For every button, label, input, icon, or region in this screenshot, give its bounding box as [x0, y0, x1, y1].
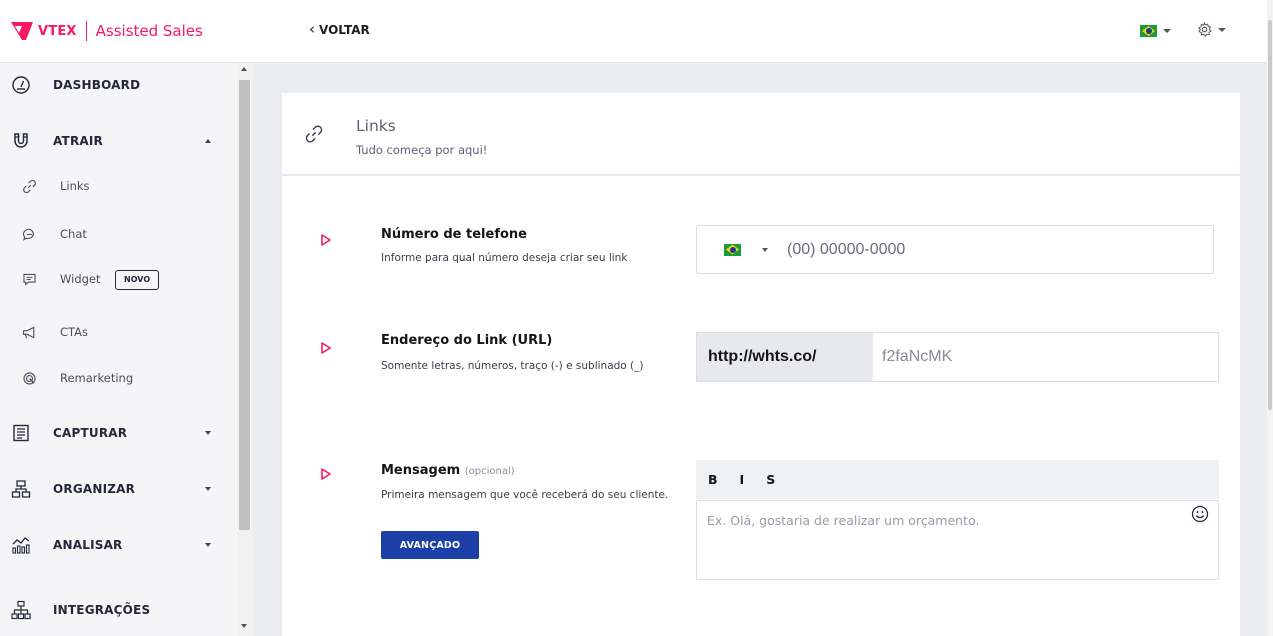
remarketing-icon: [23, 371, 36, 385]
gear-icon: [1198, 22, 1212, 37]
sidebar-item-label: Remarketing: [60, 371, 134, 385]
page-title: Links: [356, 117, 396, 135]
advanced-button[interactable]: AVANÇADO: [381, 531, 479, 559]
chevron-up-icon: [205, 139, 211, 143]
chevron-down-icon[interactable]: [762, 247, 768, 252]
message-field-description: Primeira mensagem que você receberá do s…: [381, 489, 669, 501]
url-input-group: http://whts.co/: [696, 332, 1219, 382]
sidebar-item-label: ANALISAR: [53, 538, 123, 552]
scroll-up-arrow-icon[interactable]: [241, 67, 247, 71]
page-subtitle: Tudo começa por aqui!: [356, 143, 488, 157]
brazil-flag-icon[interactable]: [724, 243, 741, 256]
page-scrollbar-thumb[interactable]: [1268, 20, 1272, 410]
brand-name: VTEX: [38, 23, 77, 39]
sidebar-item-label: DASHBOARD: [53, 78, 141, 92]
brand-logo[interactable]: VTEX Assisted Sales: [10, 21, 203, 41]
url-field-title: Endereço do Link (URL): [381, 333, 553, 348]
play-triangle-icon: [321, 342, 331, 354]
sidebar-item-label: ATRAIR: [53, 134, 103, 148]
magnet-icon: [14, 133, 28, 148]
links-card: Links Tudo começa por aqui! Número de te…: [282, 93, 1240, 636]
message-textarea[interactable]: [697, 501, 1177, 579]
chat-bubble-icon: [22, 228, 34, 241]
message-editor: [696, 500, 1219, 580]
url-prefix: http://whts.co/: [697, 333, 873, 381]
url-field-description: Somente letras, números, traço (-) e sub…: [381, 360, 644, 372]
sidebar-item-label: Chat: [60, 227, 87, 241]
widget-icon: [23, 273, 36, 286]
phone-field-description: Informe para qual número deseja criar se…: [381, 252, 628, 264]
settings-menu[interactable]: [1197, 22, 1226, 37]
chevron-down-icon: [1218, 27, 1226, 32]
analytics-icon: [12, 537, 30, 554]
back-button[interactable]: ‹ VOLTAR: [309, 22, 370, 37]
link-icon: [305, 125, 323, 143]
chevron-down-icon: [1163, 29, 1171, 33]
form-icon: [13, 424, 29, 442]
network-icon: [11, 600, 31, 620]
sidebar-item-label: INTEGRAÇÕES: [53, 603, 151, 617]
chevron-down-icon: [205, 543, 211, 547]
sidebar-item-label: CAPTURAR: [53, 426, 128, 440]
card-header: Links Tudo começa por aqui!: [282, 93, 1240, 176]
phone-field-title: Número de telefone: [381, 227, 527, 242]
megaphone-icon: [22, 326, 35, 338]
bold-button[interactable]: B: [708, 472, 718, 487]
brand-separator: [85, 21, 87, 41]
brazil-flag-icon: [1140, 25, 1157, 37]
phone-input[interactable]: [787, 240, 1167, 259]
message-field-title: Mensagem (opcional): [381, 463, 515, 478]
phone-input-group: [696, 225, 1214, 274]
sidebar-item-label: Widget: [60, 272, 101, 286]
editor-toolbar: B I S: [696, 460, 1219, 499]
strikethrough-button[interactable]: S: [766, 472, 775, 487]
sidebar: DASHBOARD ATRAIR Links Chat Widget NOVO: [0, 63, 237, 636]
language-selector[interactable]: [1140, 25, 1171, 37]
chevron-down-icon: [205, 431, 211, 435]
sidebar-scrollbar-thumb[interactable]: [239, 80, 250, 530]
url-slug-input[interactable]: [873, 333, 1218, 381]
link-icon: [23, 179, 36, 193]
sidebar-item-label: Links: [60, 179, 90, 193]
back-label: VOLTAR: [319, 22, 370, 37]
chevron-down-icon: [205, 487, 211, 491]
message-title-text: Mensagem: [381, 463, 461, 478]
optional-tag: (opcional): [464, 466, 515, 477]
italic-button[interactable]: I: [740, 472, 745, 487]
new-badge: NOVO: [115, 270, 160, 290]
dashboard-gauge-icon: [12, 76, 30, 94]
scroll-down-arrow-icon[interactable]: [241, 624, 247, 628]
play-triangle-icon: [321, 468, 331, 480]
sidebar-item-label: CTAs: [60, 325, 89, 339]
product-name: Assisted Sales: [95, 22, 203, 40]
vtex-logo-icon: [11, 22, 33, 40]
top-header: VTEX Assisted Sales ‹ VOLTAR: [0, 0, 1273, 63]
play-triangle-icon: [321, 234, 331, 246]
chevron-left-icon: ‹: [309, 20, 315, 38]
hierarchy-icon: [11, 480, 31, 498]
emoji-icon[interactable]: [1191, 505, 1209, 523]
sidebar-item-label: ORGANIZAR: [53, 482, 136, 496]
